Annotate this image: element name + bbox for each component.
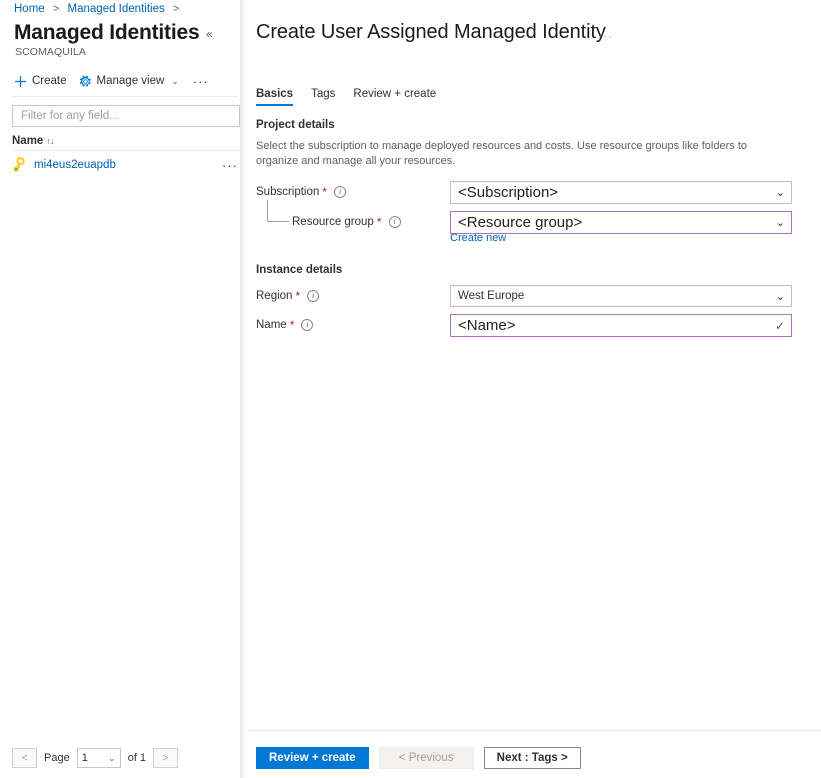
filter-input[interactable] bbox=[12, 105, 240, 127]
subscription-label: Subscription * i bbox=[256, 186, 346, 198]
tab-basics[interactable]: Basics bbox=[256, 86, 302, 106]
info-icon[interactable]: i bbox=[389, 216, 401, 228]
managed-identity-key-icon bbox=[12, 157, 28, 173]
field-row-resource-group: Resource group * i <Resource group> ⌄ bbox=[256, 211, 812, 235]
page-number-select[interactable]: 1 ⌄ bbox=[77, 748, 121, 768]
breadcrumb-item-managed-identities[interactable]: Managed Identities bbox=[68, 3, 165, 15]
column-header-name-label: Name bbox=[12, 135, 43, 147]
row-context-menu-icon[interactable]: ··· bbox=[222, 159, 240, 172]
table-row[interactable]: mi4eus2euapdb ··· bbox=[12, 154, 240, 176]
manage-view-button[interactable]: Manage view ⌄ bbox=[75, 72, 187, 91]
pane-divider bbox=[240, 0, 247, 778]
pagination: < Page 1 ⌄ of 1 > bbox=[12, 748, 178, 768]
footer-actions: Review + create < Previous Next : Tags > bbox=[256, 747, 581, 769]
info-icon[interactable]: i bbox=[334, 186, 346, 198]
command-bar: Create Manage view ⌄ ··· bbox=[10, 68, 215, 94]
field-row-region: Region * i West Europe ⌄ bbox=[256, 285, 812, 309]
required-asterisk: * bbox=[377, 216, 382, 228]
info-icon[interactable]: i bbox=[307, 290, 319, 302]
name-value: <Name> bbox=[458, 317, 516, 334]
name-label: Name * i bbox=[256, 319, 313, 331]
azure-portal-screen: Home > Managed Identities > Managed Iden… bbox=[0, 0, 821, 778]
field-row-name: Name * i <Name> ✓ bbox=[256, 314, 812, 338]
footer-divider bbox=[247, 730, 821, 731]
project-details-description: Select the subscription to manage deploy… bbox=[256, 139, 776, 169]
form-title: Create User Assigned Managed Identity bbox=[256, 21, 606, 44]
subscription-select[interactable]: <Subscription> ⌄ bbox=[450, 181, 792, 204]
plus-icon bbox=[14, 75, 27, 88]
chevron-down-icon: ⌄ bbox=[108, 753, 116, 764]
page-title: Managed Identities bbox=[14, 21, 199, 45]
breadcrumb-item-home[interactable]: Home bbox=[14, 3, 45, 15]
region-select[interactable]: West Europe ⌄ bbox=[450, 285, 792, 307]
info-icon[interactable]: i bbox=[301, 319, 313, 331]
resource-group-select[interactable]: <Resource group> ⌄ bbox=[450, 211, 792, 234]
page-subtitle: SCOMAQUILA bbox=[15, 46, 86, 58]
chevron-down-icon: ⌄ bbox=[770, 186, 785, 199]
region-label: Region * i bbox=[256, 290, 319, 302]
create-new-resource-group-link[interactable]: Create new bbox=[450, 232, 506, 244]
sort-icon: ↑↓ bbox=[46, 136, 53, 146]
create-identity-blade: Create User Assigned Managed Identity ··… bbox=[247, 0, 821, 778]
page-total-label: of 1 bbox=[128, 752, 146, 764]
chevron-down-icon: ⌄ bbox=[770, 290, 785, 303]
name-label-text: Name bbox=[256, 319, 287, 331]
page-label: Page bbox=[44, 752, 70, 764]
field-row-subscription: Subscription * i <Subscription> ⌄ bbox=[256, 181, 812, 205]
resource-group-label: Resource group * i bbox=[292, 216, 401, 228]
previous-button: < Previous bbox=[379, 747, 474, 769]
section-heading-project-details: Project details bbox=[256, 119, 335, 131]
page-number-value: 1 bbox=[82, 752, 88, 764]
table-header: Name ↑↓ bbox=[12, 131, 240, 151]
chevron-down-icon: ⌄ bbox=[770, 216, 785, 229]
section-heading-instance-details: Instance details bbox=[256, 264, 342, 276]
create-button[interactable]: Create bbox=[10, 72, 75, 91]
tab-review-create[interactable]: Review + create bbox=[344, 86, 445, 106]
next-tags-button[interactable]: Next : Tags > bbox=[484, 747, 581, 769]
breadcrumb-separator: > bbox=[53, 3, 59, 15]
collapse-pane-icon[interactable]: « bbox=[206, 28, 213, 40]
required-asterisk: * bbox=[295, 290, 300, 302]
required-asterisk: * bbox=[322, 186, 327, 198]
tab-tags[interactable]: Tags bbox=[302, 86, 344, 106]
breadcrumb: Home > Managed Identities > bbox=[14, 3, 184, 15]
name-input[interactable]: <Name> ✓ bbox=[450, 314, 792, 337]
form-more-icon[interactable]: ··· bbox=[598, 30, 613, 42]
checkmark-icon: ✓ bbox=[775, 319, 785, 333]
subscription-value: <Subscription> bbox=[458, 184, 558, 201]
managed-identities-blade: Home > Managed Identities > Managed Iden… bbox=[0, 0, 240, 778]
manage-view-label: Manage view bbox=[97, 75, 165, 87]
create-button-label: Create bbox=[32, 75, 67, 87]
region-value: West Europe bbox=[458, 290, 524, 302]
chevron-down-icon: ⌄ bbox=[171, 76, 179, 87]
next-page-button[interactable]: > bbox=[153, 748, 178, 768]
review-create-button[interactable]: Review + create bbox=[256, 747, 369, 769]
breadcrumb-separator-2: > bbox=[173, 3, 179, 15]
resource-group-label-text: Resource group bbox=[292, 216, 374, 228]
region-label-text: Region bbox=[256, 290, 292, 302]
resource-group-value: <Resource group> bbox=[458, 214, 582, 231]
command-bar-divider bbox=[12, 96, 238, 97]
tab-list: Basics Tags Review + create bbox=[256, 86, 445, 106]
gear-icon bbox=[79, 75, 92, 88]
required-asterisk: * bbox=[290, 319, 295, 331]
subscription-label-text: Subscription bbox=[256, 186, 319, 198]
identity-name-link[interactable]: mi4eus2euapdb bbox=[34, 159, 116, 171]
more-commands-icon[interactable]: ··· bbox=[187, 73, 215, 90]
previous-page-button[interactable]: < bbox=[12, 748, 37, 768]
column-header-name[interactable]: Name ↑↓ bbox=[12, 135, 53, 147]
